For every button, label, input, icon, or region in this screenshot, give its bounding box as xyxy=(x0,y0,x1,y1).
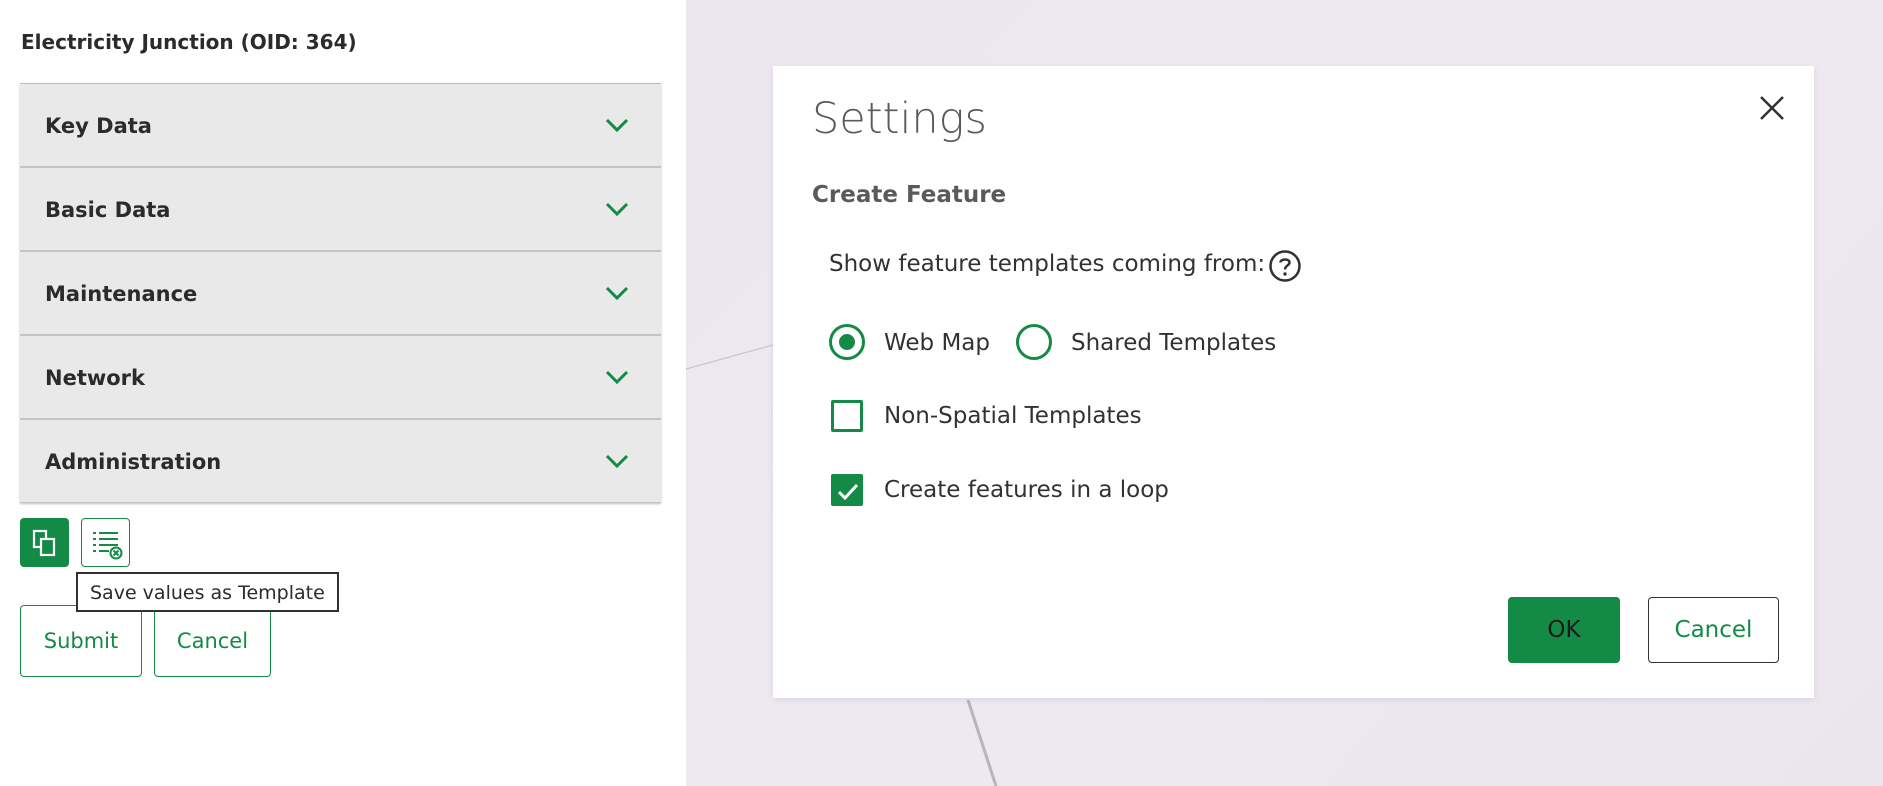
radio-label-web-map: Web Map xyxy=(884,330,990,356)
chevron-down-icon xyxy=(605,454,629,469)
chevron-down-icon xyxy=(605,202,629,217)
feature-form-panel: Electricity Junction (OID: 364) Key Data… xyxy=(0,0,686,786)
accordion-item-label: Basic Data xyxy=(45,198,171,222)
accordion-item-label: Maintenance xyxy=(45,282,198,306)
accordion-item-basic-data[interactable]: Basic Data xyxy=(20,168,661,252)
accordion-item-label: Administration xyxy=(45,450,222,474)
list-settings-icon xyxy=(93,532,123,560)
section-title-create-feature: Create Feature xyxy=(812,182,1007,208)
dialog-title: Settings xyxy=(812,94,987,144)
radio-web-map[interactable] xyxy=(829,324,865,360)
submit-button[interactable]: Submit xyxy=(20,605,142,677)
attribute-accordion: Key Data Basic Data Maintenance Network … xyxy=(20,83,661,503)
check-icon xyxy=(837,483,859,501)
feature-title: Electricity Junction (OID: 364) xyxy=(21,30,357,54)
radio-label-shared-templates: Shared Templates xyxy=(1071,330,1277,356)
checkbox-create-in-loop[interactable] xyxy=(831,474,863,506)
checkbox-non-spatial-templates[interactable] xyxy=(831,400,863,432)
accordion-item-administration[interactable]: Administration xyxy=(20,420,661,503)
close-icon[interactable] xyxy=(1756,92,1788,124)
templates-source-label: Show feature templates coming from: xyxy=(829,251,1266,277)
save-template-tooltip: Save values as Template xyxy=(76,572,339,612)
ok-button[interactable]: OK xyxy=(1508,597,1620,663)
save-template-button[interactable] xyxy=(81,518,130,567)
app-root: Electricity Junction (OID: 364) Key Data… xyxy=(0,0,1883,786)
accordion-item-network[interactable]: Network xyxy=(20,336,661,420)
copy-button[interactable] xyxy=(20,518,69,567)
cancel-button[interactable]: Cancel xyxy=(154,605,271,677)
chevron-down-icon xyxy=(605,286,629,301)
radio-shared-templates[interactable] xyxy=(1016,324,1052,360)
accordion-item-maintenance[interactable]: Maintenance xyxy=(20,252,661,336)
accordion-item-key-data[interactable]: Key Data xyxy=(20,84,661,168)
checkbox-label-non-spatial: Non-Spatial Templates xyxy=(884,403,1142,429)
dialog-cancel-button[interactable]: Cancel xyxy=(1648,597,1779,663)
settings-dialog: Settings Create Feature Show feature tem… xyxy=(773,66,1814,698)
chevron-down-icon xyxy=(605,370,629,385)
checkbox-label-create-loop: Create features in a loop xyxy=(884,477,1169,503)
accordion-item-label: Key Data xyxy=(45,114,152,138)
copy-icon xyxy=(32,529,56,557)
accordion-item-label: Network xyxy=(45,366,146,390)
chevron-down-icon xyxy=(605,118,629,133)
question-circle-icon[interactable] xyxy=(1268,249,1302,283)
